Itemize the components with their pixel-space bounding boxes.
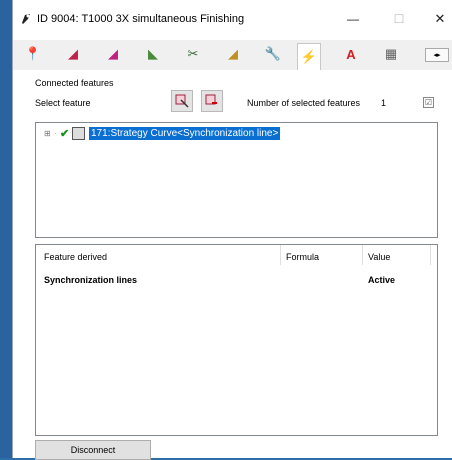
- selected-count-value: 1: [381, 98, 387, 108]
- tab-pin[interactable]: 📍: [21, 43, 45, 65]
- remove-feature-icon: [205, 94, 217, 105]
- window-title: ID 9004: T1000 3X simultaneous Finishing: [37, 13, 245, 25]
- tool-red-icon: ◢: [68, 46, 78, 61]
- add-feature-icon: [175, 94, 189, 108]
- column-divider[interactable]: [430, 245, 431, 265]
- tab-tool-magenta[interactable]: ◢: [101, 43, 125, 65]
- maximize-button[interactable]: ☐: [384, 8, 414, 30]
- group-title: Connected features: [35, 78, 114, 88]
- tool-yellow-icon: ◢: [228, 46, 238, 61]
- derived-features-table: Feature derived Formula Value Synchroniz…: [35, 244, 438, 436]
- tab-toolpath[interactable]: ✂: [181, 43, 205, 65]
- checkmark-icon: ✔: [60, 127, 70, 140]
- tab-wrench[interactable]: 🔧: [261, 43, 285, 65]
- dialog-window: ID 9004: T1000 3X simultaneous Finishing…: [12, 0, 452, 460]
- column-divider[interactable]: [362, 245, 363, 265]
- add-feature-button[interactable]: [171, 90, 193, 112]
- title-bar[interactable]: ID 9004: T1000 3X simultaneous Finishing…: [13, 0, 452, 40]
- strategy-icon: ⚡: [300, 49, 318, 64]
- desktop-background: [0, 0, 12, 458]
- pin-icon: 📍: [24, 46, 42, 61]
- selected-count-label: Number of selected features: [247, 98, 361, 108]
- tree-item[interactable]: ⊞ · ✔ 171:Strategy Curve<Synchronization…: [44, 126, 281, 140]
- tab-text[interactable]: A: [339, 43, 363, 65]
- minimize-button[interactable]: —: [338, 8, 368, 30]
- tab-tool-green[interactable]: ◣: [141, 43, 165, 65]
- app-icon: [22, 14, 30, 24]
- expand-icon[interactable]: ⊞: [44, 129, 54, 138]
- table-cell-feature[interactable]: Synchronization lines: [44, 275, 137, 285]
- tab-scroll-buttons[interactable]: ◂▸: [425, 48, 449, 62]
- column-header-feature[interactable]: Feature derived: [44, 252, 107, 262]
- column-header-value[interactable]: Value: [368, 252, 390, 262]
- text-a-icon: A: [346, 46, 356, 62]
- feature-tree[interactable]: ⊞ · ✔ 171:Strategy Curve<Synchronization…: [35, 122, 438, 238]
- select-all-checkbox[interactable]: ☑: [423, 97, 434, 108]
- wrench-icon: 🔧: [264, 46, 282, 61]
- table-cell-value[interactable]: Active: [368, 275, 395, 285]
- column-divider[interactable]: [280, 245, 281, 265]
- tool-magenta-icon: ◢: [108, 46, 118, 61]
- settings-grid-icon: ▦: [384, 46, 398, 61]
- tab-bar: 📍 ◢ ◢ ◣ ✂ ◢ 🔧 ⚡ A ▦ ◂▸: [13, 40, 452, 70]
- column-header-formula[interactable]: Formula: [286, 252, 319, 262]
- strategy-curve-icon: [72, 126, 85, 140]
- connected-features-panel: Connected features Select feature Number…: [13, 70, 452, 460]
- disconnect-button[interactable]: Disconnect: [35, 440, 151, 460]
- tab-tool-red[interactable]: ◢: [61, 43, 85, 65]
- close-button[interactable]: ✕: [425, 8, 452, 30]
- tool-green-icon: ◣: [148, 46, 158, 61]
- tree-item-label[interactable]: 171:Strategy Curve<Synchronization line>: [89, 126, 281, 140]
- remove-feature-button[interactable]: [201, 90, 223, 112]
- toolpath-icon: ✂: [187, 46, 199, 61]
- tab-settings[interactable]: ▦: [379, 43, 403, 65]
- tab-tool-yellow[interactable]: ◢: [221, 43, 245, 65]
- select-feature-label: Select feature: [35, 98, 91, 108]
- tab-strategy[interactable]: ⚡: [297, 43, 321, 70]
